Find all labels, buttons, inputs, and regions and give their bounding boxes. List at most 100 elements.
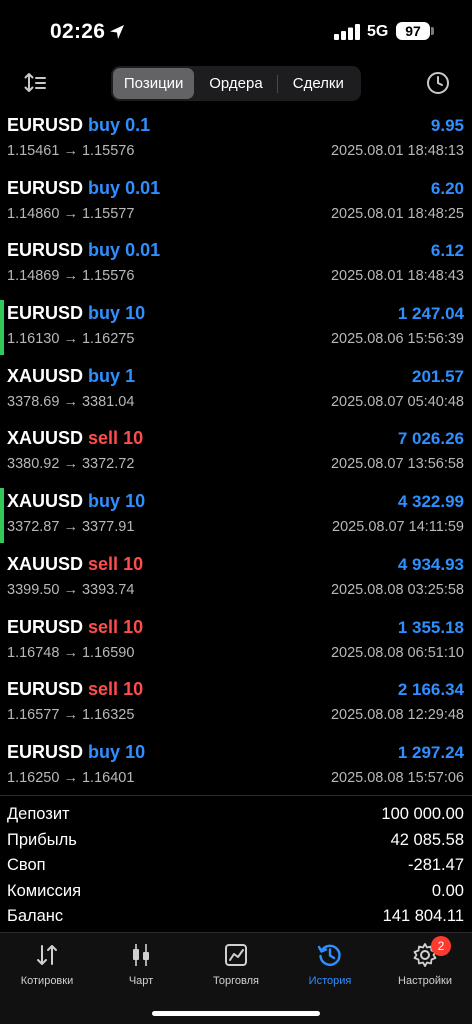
tab-label: Торговля	[213, 975, 259, 987]
summary-value: 42 085.58	[390, 830, 464, 849]
position-symbol: XAUUSD sell 10	[7, 428, 144, 449]
summary-value: 100 000.00	[381, 805, 464, 823]
position-date: 2025.08.06 15:56:39	[330, 331, 464, 348]
position-symbol: XAUUSD buy 1	[7, 365, 136, 386]
toolbar: Позиции Ордера Сделки	[0, 62, 472, 108]
summary-profit: Прибыль 42 085.58	[0, 827, 472, 853]
list-item[interactable]: EURUSD buy 10 1.16250 → 1.16401 1 297.24…	[0, 735, 472, 798]
tab-trade[interactable]: Торговля	[189, 941, 283, 987]
trade-icon	[225, 944, 247, 966]
battery-tip	[431, 27, 434, 35]
list-item[interactable]: EURUSD buy 10 1.16130 → 1.16275 1 247.04…	[0, 296, 472, 359]
position-symbol: EURUSD buy 10	[7, 303, 146, 324]
tab-history[interactable]: История	[283, 941, 377, 987]
list-item[interactable]: EURUSD buy 0.1 1.15461 → 1.15576 9.95 20…	[0, 108, 472, 171]
row-marker	[0, 488, 4, 544]
position-profit: 1 355.18	[397, 617, 464, 637]
position-date: 2025.08.08 15:57:06	[330, 769, 464, 786]
position-profit: 9.95	[430, 116, 464, 135]
position-date: 2025.08.01 18:48:25	[330, 205, 464, 222]
list-item[interactable]: EURUSD sell 10 1.16748 → 1.16590 1 355.1…	[0, 610, 472, 673]
tab-label: Настройки	[398, 975, 452, 987]
position-profit: 201.57	[412, 366, 464, 386]
summary-label: Своп	[7, 856, 46, 874]
position-symbol: EURUSD sell 10	[7, 679, 144, 700]
position-prices: 1.14860 → 1.15577	[7, 205, 135, 222]
position-date: 2025.08.08 12:29:48	[330, 707, 464, 724]
position-prices: 1.16577 → 1.16325	[7, 707, 135, 724]
home-indicator[interactable]	[152, 1011, 320, 1016]
position-symbol: EURUSD buy 0.01	[7, 177, 161, 198]
position-symbol: XAUUSD sell 10	[7, 553, 144, 574]
position-profit: 4 934.93	[397, 554, 464, 574]
summary-deposit: Депозит 100 000.00	[0, 801, 472, 827]
list-item[interactable]: EURUSD sell 10 1.16577 → 1.16325 2 166.3…	[0, 672, 472, 735]
sort-icon[interactable]	[22, 70, 48, 96]
tab-positions[interactable]: Позиции	[113, 68, 195, 99]
position-symbol: EURUSD buy 0.01	[7, 240, 161, 261]
position-date: 2025.08.08 06:51:10	[330, 644, 464, 661]
position-date: 2025.08.01 18:48:13	[330, 143, 464, 159]
summary-value: -281.47	[408, 856, 464, 874]
summary-value: 141 804.11	[382, 907, 464, 925]
status-bar: 02:26 5G 97	[0, 0, 472, 62]
network-type: 5G	[367, 23, 389, 40]
position-prices: 1.15461 → 1.15576	[7, 143, 135, 159]
chart-icon	[133, 944, 149, 966]
tab-settings[interactable]: 2 Настройки	[378, 936, 472, 987]
summary-value: 0.00	[431, 881, 464, 900]
tab-chart[interactable]: Чарт	[94, 941, 188, 987]
summary-label: Комиссия	[7, 881, 82, 900]
list-item[interactable]: EURUSD buy 0.01 1.14860 → 1.15577 6.20 2…	[0, 171, 472, 234]
summary-commission: Комиссия 0.00	[0, 878, 472, 904]
account-summary: Депозит 100 000.00 Прибыль 42 085.58 Сво…	[0, 795, 472, 929]
row-marker	[0, 300, 4, 356]
location-arrow-icon	[110, 25, 124, 39]
position-symbol: EURUSD buy 10	[7, 741, 146, 762]
list-item[interactable]: XAUUSD sell 10 3399.50 → 3393.74 4 934.9…	[0, 547, 472, 610]
quotes-icon	[37, 945, 57, 965]
notification-badge: 2	[431, 936, 451, 956]
tab-orders[interactable]: Ордера	[195, 68, 276, 99]
list-item[interactable]: EURUSD buy 0.01 1.14869 → 1.15576 6.12 2…	[0, 233, 472, 296]
list-item[interactable]: XAUUSD sell 10 3380.92 → 3372.72 7 026.2…	[0, 421, 472, 484]
position-prices: 1.16250 → 1.16401	[7, 769, 135, 786]
list-item[interactable]: XAUUSD buy 10 3372.87 → 3377.91 4 322.99…	[0, 484, 472, 547]
position-prices: 1.14869 → 1.15576	[7, 268, 135, 285]
position-prices: 1.16748 → 1.16590	[7, 644, 135, 661]
position-prices: 3378.69 → 3381.04	[7, 393, 135, 410]
position-profit: 7 026.26	[397, 429, 464, 449]
tab-quotes[interactable]: Котировки	[0, 941, 94, 987]
tab-label: Чарт	[128, 975, 154, 987]
position-date: 2025.08.01 18:48:43	[330, 268, 464, 285]
segmented-control: Позиции Ордера Сделки	[111, 66, 361, 101]
position-prices: 3380.92 → 3372.72	[7, 456, 135, 473]
history-icon	[317, 944, 341, 966]
position-date: 2025.08.08 03:25:58	[330, 581, 464, 598]
battery-icon: 97	[396, 22, 430, 40]
bottom-tab-bar: Котировки Чарт Торговля История 2 Настро…	[0, 932, 472, 1024]
tab-deals[interactable]: Сделки	[278, 68, 359, 99]
positions-list: EURUSD buy 0.1 1.15461 → 1.15576 9.95 20…	[0, 108, 472, 798]
position-profit: 1 297.24	[397, 742, 464, 762]
summary-swap: Своп -281.47	[0, 852, 472, 878]
tab-label: История	[308, 975, 352, 987]
position-profit: 2 166.34	[397, 680, 464, 700]
summary-label: Прибыль	[7, 830, 77, 849]
position-prices: 3399.50 → 3393.74	[7, 581, 135, 598]
position-prices: 1.16130 → 1.16275	[7, 331, 135, 348]
list-item[interactable]: XAUUSD buy 1 3378.69 → 3381.04 201.57 20…	[0, 359, 472, 422]
status-time: 02:26	[50, 20, 106, 43]
summary-label: Депозит	[7, 805, 70, 823]
position-symbol: EURUSD sell 10	[7, 616, 144, 637]
position-date: 2025.08.07 13:56:58	[330, 456, 464, 473]
position-date: 2025.08.07 14:11:59	[332, 519, 464, 536]
position-profit: 6.12	[430, 241, 464, 261]
position-prices: 3372.87 → 3377.91	[7, 519, 135, 536]
clock-icon[interactable]	[425, 70, 451, 96]
position-profit: 1 247.04	[397, 304, 464, 324]
position-date: 2025.08.07 05:40:48	[330, 393, 464, 410]
position-profit: 4 322.99	[397, 492, 464, 512]
summary-balance: Баланс 141 804.11	[0, 903, 472, 929]
cellular-signal-icon	[334, 24, 360, 40]
